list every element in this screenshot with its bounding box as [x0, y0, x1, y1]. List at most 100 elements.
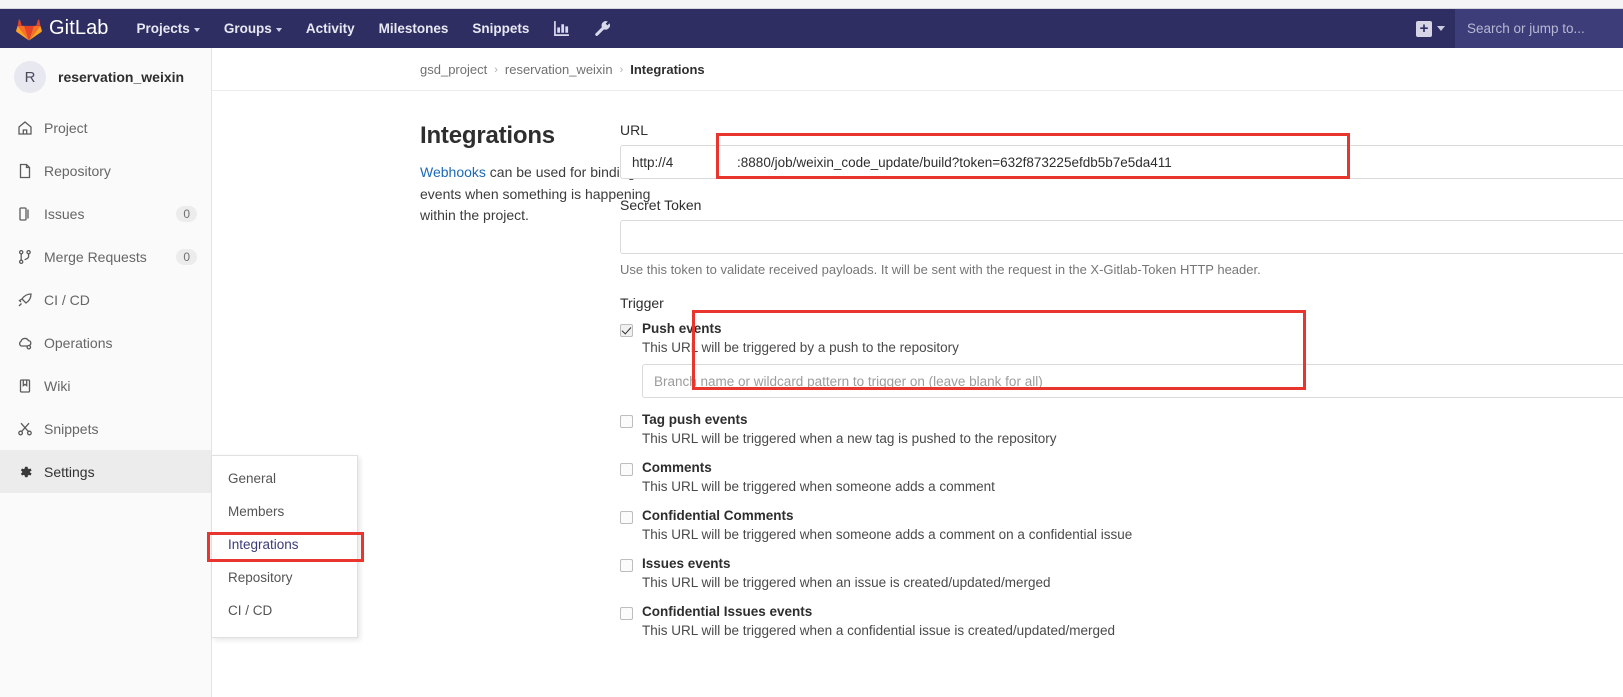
- analytics-chart-icon[interactable]: [541, 9, 582, 48]
- gitlab-brand[interactable]: GitLab: [0, 16, 125, 42]
- push-events-description: This URL will be triggered by a push to …: [642, 340, 959, 355]
- gitlab-brand-text: GitLab: [49, 17, 109, 39]
- trigger-section-label: Trigger: [620, 295, 664, 311]
- url-input[interactable]: [620, 145, 1623, 179]
- sidebar-item-repository[interactable]: Repository: [0, 149, 211, 192]
- confidential-issues-events-checkbox[interactable]: [620, 607, 633, 620]
- sidebar-item-label: Settings: [44, 463, 95, 480]
- sidebar-item-label: Wiki: [44, 377, 71, 394]
- nav-link-snippets[interactable]: Snippets: [460, 9, 541, 48]
- sidebar-item-merge-requests[interactable]: Merge Requests 0: [0, 235, 211, 278]
- sidebar-item-label: Merge Requests: [44, 248, 147, 265]
- confidential-comments-label[interactable]: Confidential Comments: [642, 508, 794, 523]
- nav-link-groups[interactable]: Groups: [212, 9, 294, 48]
- nav-link-milestones[interactable]: Milestones: [367, 9, 461, 48]
- confidential-comments-description: This URL will be triggered when someone …: [642, 527, 1133, 542]
- cloud-gear-icon: [16, 334, 33, 351]
- document-icon: [16, 162, 33, 179]
- push-events-branch-input[interactable]: [642, 364, 1623, 398]
- tag-push-events-label[interactable]: Tag push events: [642, 412, 748, 427]
- search-placeholder: Search or jump to...: [1467, 21, 1585, 36]
- sidebar-item-label: Issues: [44, 205, 85, 222]
- browser-tab-strip: [0, 0, 1623, 9]
- chevron-down-icon: [193, 27, 200, 32]
- sidebar-item-operations[interactable]: Operations: [0, 321, 211, 364]
- top-navbar: GitLab Projects Groups Activity Mileston…: [0, 9, 1623, 48]
- trigger-row-issues-events: Issues events This URL will be triggered…: [620, 556, 1623, 590]
- tag-push-events-description: This URL will be triggered when a new ta…: [642, 431, 1057, 446]
- comments-checkbox[interactable]: [620, 463, 633, 476]
- comments-label[interactable]: Comments: [642, 460, 712, 475]
- push-events-label[interactable]: Push events: [642, 321, 722, 336]
- sidebar-item-snippets[interactable]: Snippets: [0, 407, 211, 450]
- trigger-row-push-events: Push events This URL will be triggered b…: [620, 321, 1623, 398]
- issues-events-label[interactable]: Issues events: [642, 556, 731, 571]
- project-avatar: R: [14, 61, 46, 93]
- push-events-checkbox[interactable]: [620, 324, 633, 337]
- search-input[interactable]: Search or jump to...: [1455, 9, 1623, 48]
- new-item-plus-icon: +: [1416, 20, 1432, 37]
- breadcrumb-separator-icon: ›: [494, 63, 498, 76]
- issues-events-description: This URL will be triggered when an issue…: [642, 575, 1051, 590]
- project-header[interactable]: R reservation_weixin: [0, 48, 211, 106]
- rocket-icon: [16, 291, 33, 308]
- sidebar-item-cicd[interactable]: CI / CD: [0, 278, 211, 321]
- navbar-right: + Search or jump to...: [1406, 9, 1623, 48]
- submenu-item-members[interactable]: Members: [212, 495, 357, 528]
- chevron-down-icon: [275, 27, 282, 32]
- confidential-comments-checkbox[interactable]: [620, 511, 633, 524]
- merge-branch-icon: [16, 248, 33, 265]
- project-name: reservation_weixin: [58, 69, 185, 85]
- trigger-row-confidential-issues-events: Confidential Issues events This URL will…: [620, 604, 1623, 638]
- sidebar-item-label: Repository: [44, 162, 111, 179]
- sidebar-item-wiki[interactable]: Wiki: [0, 364, 211, 407]
- main-content: gsd_project › reservation_weixin › Integ…: [212, 48, 1623, 697]
- integrations-panel: Integrations Webhooks can be used for bi…: [212, 91, 1623, 652]
- breadcrumb-project[interactable]: reservation_weixin: [505, 62, 613, 77]
- tag-push-events-checkbox[interactable]: [620, 415, 633, 428]
- nav-link-projects[interactable]: Projects: [125, 9, 212, 48]
- home-icon: [16, 119, 33, 136]
- sidebar-item-label: Snippets: [44, 420, 99, 437]
- url-field-label: URL: [620, 122, 649, 138]
- navbar-links: Projects Groups Activity Milestones Snip…: [125, 9, 624, 48]
- nav-link-activity[interactable]: Activity: [294, 9, 367, 48]
- merge-requests-count-badge: 0: [176, 248, 197, 265]
- gitlab-fox-logo-icon: [16, 16, 42, 42]
- left-sidebar: R reservation_weixin Project Repository …: [0, 48, 212, 697]
- trigger-row-tag-push-events: Tag push events This URL will be trigger…: [620, 412, 1623, 446]
- issues-events-checkbox[interactable]: [620, 559, 633, 572]
- new-item-button[interactable]: +: [1406, 9, 1455, 48]
- breadcrumb-separator-icon: ›: [619, 63, 624, 76]
- trigger-row-comments: Comments This URL will be triggered when…: [620, 460, 1623, 494]
- sidebar-item-project[interactable]: Project: [0, 106, 211, 149]
- breadcrumb: gsd_project › reservation_weixin › Integ…: [212, 48, 1623, 91]
- nav-link-groups-label: Groups: [223, 21, 272, 36]
- breadcrumb-group[interactable]: gsd_project: [420, 62, 487, 77]
- issue-book-icon: [16, 205, 33, 222]
- breadcrumb-current-page: Integrations: [630, 62, 705, 77]
- nav-link-projects-label: Projects: [136, 21, 190, 36]
- comments-description: This URL will be triggered when someone …: [642, 479, 995, 494]
- chevron-down-icon: [1437, 26, 1445, 31]
- page-title: Integrations: [420, 122, 555, 149]
- settings-submenu: General Members Integrations Repository …: [212, 455, 358, 638]
- confidential-issues-events-label[interactable]: Confidential Issues events: [642, 604, 812, 619]
- submenu-item-cicd[interactable]: CI / CD: [212, 594, 357, 627]
- webhook-form: URL Secret Token Use this token to valid…: [508, 122, 1623, 652]
- submenu-item-general[interactable]: General: [212, 462, 357, 495]
- secret-token-help-text: Use this token to validate received payl…: [620, 262, 1261, 277]
- sidebar-item-label: CI / CD: [44, 291, 90, 308]
- confidential-issues-events-description: This URL will be triggered when a confid…: [642, 623, 1116, 638]
- submenu-item-integrations[interactable]: Integrations: [212, 528, 357, 561]
- submenu-item-repository[interactable]: Repository: [212, 561, 357, 594]
- secret-token-input[interactable]: [620, 220, 1623, 254]
- trigger-row-confidential-comments: Confidential Comments This URL will be t…: [620, 508, 1623, 542]
- wrench-admin-icon[interactable]: [582, 9, 623, 48]
- sidebar-item-settings[interactable]: Settings: [0, 450, 211, 493]
- sidebar-item-issues[interactable]: Issues 0: [0, 192, 211, 235]
- gear-icon: [16, 463, 33, 480]
- scissors-icon: [16, 420, 33, 437]
- webhooks-link[interactable]: Webhooks: [420, 164, 486, 180]
- secret-token-field-label: Secret Token: [620, 197, 702, 213]
